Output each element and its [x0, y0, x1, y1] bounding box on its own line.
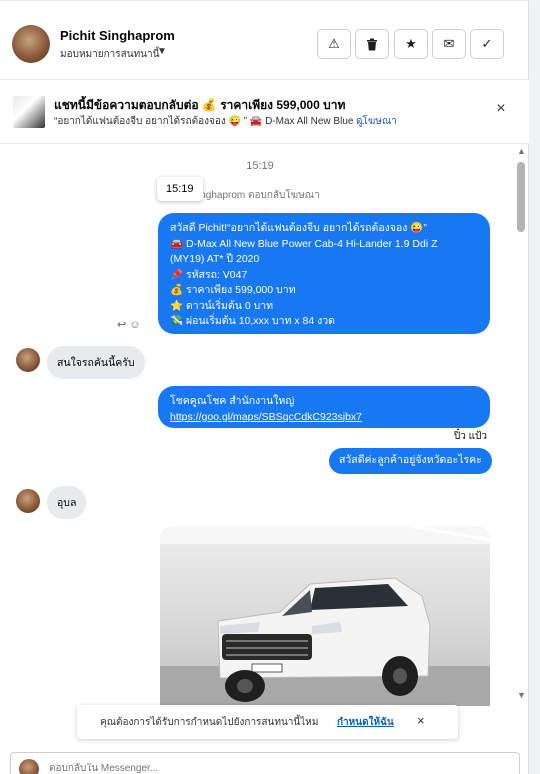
delete-button[interactable]	[355, 29, 389, 59]
agent-message[interactable]: สวัสดีค่ะลูกค้าอยู่จังหวัดอะไรคะ	[329, 448, 492, 474]
ad-banner-title: แชทนี้มีข้อความตอบกลับต่อ 💰 ราคาเพียง 59…	[54, 98, 346, 112]
contact-name[interactable]: Pichit Singhaprom	[60, 28, 175, 43]
close-icon[interactable]: ×	[417, 713, 425, 728]
ad-thumbnail[interactable]	[13, 96, 45, 128]
message-line: 💰 ราคาเพียง 599,000 บาท	[170, 284, 296, 296]
conversation-header: Pichit Singhaprom มอบหมายการสนทนานี้ ▼ ⚠…	[0, 0, 529, 80]
message-scrollbar[interactable]: ▲ ▼	[514, 146, 528, 706]
mark-unread-button[interactable]: ✉	[432, 29, 466, 59]
scrollbar-thumb[interactable]	[517, 162, 525, 232]
assign-to-me-link[interactable]: กำหนดให้ฉัน	[337, 715, 394, 730]
map-link[interactable]: https://goo.gl/maps/SBSqcCdkC923sjbx7	[170, 410, 478, 426]
message-line: สวัสดี Pichit!“อยากได้แฟนต้องจีบ อยากได้…	[170, 222, 427, 234]
conversation-panel: Pichit Singhaprom มอบหมายการสนทนานี้ ▼ ⚠…	[0, 0, 529, 774]
trash-icon	[367, 38, 377, 50]
scroll-up-icon[interactable]: ▲	[517, 146, 526, 156]
location-title: โชคคูณโชค สำนักงานใหญ่	[170, 395, 295, 407]
message-actions[interactable]: ↩ ☺	[117, 318, 141, 331]
assign-conversation-label[interactable]: มอบหมายการสนทนานี้	[60, 47, 159, 62]
star-button[interactable]: ★	[394, 29, 428, 59]
reply-input[interactable]	[49, 763, 449, 774]
location-message[interactable]: โชคคูณโชค สำนักงานใหญ่ https://goo.gl/ma…	[158, 386, 490, 428]
scroll-down-icon[interactable]: ▼	[517, 690, 526, 700]
ad-auto-reply-message[interactable]: สวัสดี Pichit!“อยากได้แฟนต้องจีบ อยากได้…	[158, 213, 490, 334]
message-line: ⭐ ดาวน์เริ่มต้น 0 บาท	[170, 299, 274, 312]
ad-reply-note: inghaprom ตอบกลับโฆษณา	[198, 190, 320, 201]
mail-icon: ✉	[443, 36, 455, 51]
message-timestamp: 15:19	[246, 160, 274, 172]
ad-reply-banner: แชทนี้มีข้อความตอบกลับต่อ 💰 ราคาเพียง 59…	[0, 80, 529, 144]
seen-by-label: ปิ๋ว แป้ว	[453, 431, 487, 442]
chevron-down-icon[interactable]: ▼	[157, 46, 167, 57]
mark-done-button[interactable]: ✓	[470, 29, 504, 59]
customer-message[interactable]: อุบล	[47, 486, 87, 519]
avatar[interactable]	[16, 348, 40, 372]
truck-photo[interactable]	[160, 526, 490, 706]
message-line: 💸 ผ่อนเริ่มต้น 10,xxx บาท x 84 งวด	[170, 315, 335, 327]
assignment-notification: คุณต้องการได้รับการกำหนดไปยังการสนทนานี้…	[77, 705, 458, 739]
close-icon[interactable]: ×	[491, 100, 511, 118]
alert-icon: ⚠	[328, 36, 340, 51]
ad-banner-description: “อยากได้แฟนต้องจีบ อยากได้รถต้องจอง 😜 ” …	[54, 116, 365, 127]
avatar[interactable]	[16, 489, 40, 513]
check-icon: ✓	[481, 36, 493, 51]
truck-image	[160, 526, 490, 706]
avatar	[19, 759, 39, 774]
message-composer	[10, 752, 520, 774]
view-ad-link[interactable]: ดูโฆษณา	[356, 114, 397, 129]
customer-message[interactable]: สนใจรถคันนี้ครับ	[47, 346, 145, 379]
alert-button[interactable]: ⚠	[317, 29, 351, 59]
star-icon: ★	[405, 36, 417, 51]
message-line: (MY19) AT* ปี 2020	[170, 253, 260, 265]
message-line: 📌 รหัสรถ: V047	[170, 268, 248, 281]
message-line: 🚘 D-Max All New Blue Power Cab-4 Hi-Land…	[170, 237, 438, 250]
time-tooltip: 15:19	[157, 177, 203, 201]
avatar[interactable]	[12, 25, 50, 63]
window-edge	[529, 0, 540, 774]
notification-text: คุณต้องการได้รับการกำหนดไปยังการสนทนานี้…	[100, 717, 319, 728]
